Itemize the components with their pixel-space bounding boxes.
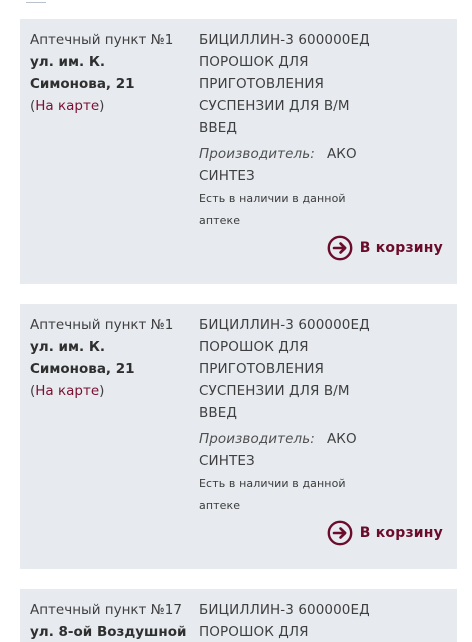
- pharmacy-listing-page: Аптечный пункт №1 ул. им. К. Симонова, 2…: [0, 0, 472, 642]
- add-to-cart-label: В корзину: [359, 240, 443, 256]
- manufacturer-label: Производитель:: [199, 431, 315, 447]
- pharmacy-info: Аптечный пункт №1 ул. им. К. Симонова, 2…: [30, 314, 190, 402]
- pharmacy-address: ул. им. К. Симонова, 21: [30, 339, 135, 377]
- pharmacy-info: Аптечный пункт №1 ул. им. К. Симонова, 2…: [30, 29, 190, 117]
- manufacturer-row: Производитель: АКО СИНТЕЗ: [199, 428, 379, 472]
- arrow-right-circle-icon: [327, 520, 353, 546]
- map-link[interactable]: На карте: [35, 98, 99, 114]
- product-info: БИЦИЛЛИН-3 600000ЕД ПОРОШОК ДЛЯ: [199, 599, 379, 642]
- map-link[interactable]: На карте: [35, 383, 99, 399]
- stock-status: Есть в наличии в данной аптеке: [199, 192, 346, 227]
- pharmacy-offer-card: Аптечный пункт №17 ул. 8-ой Воздушной БИ…: [20, 589, 457, 642]
- pharmacy-address: ул. 8-ой Воздушной: [30, 624, 187, 640]
- pharmacy-point-name: Аптечный пункт №17: [30, 602, 182, 618]
- previous-card-edge: [0, 0, 472, 6]
- stock-status: Есть в наличии в данной аптеке: [199, 477, 346, 512]
- add-to-cart-button[interactable]: В корзину: [327, 520, 443, 546]
- product-name: БИЦИЛЛИН-3 600000ЕД ПОРОШОК ДЛЯ ПРИГОТОВ…: [199, 317, 370, 421]
- product-info: БИЦИЛЛИН-3 600000ЕД ПОРОШОК ДЛЯ ПРИГОТОВ…: [199, 314, 379, 517]
- pharmacy-info: Аптечный пункт №17 ул. 8-ой Воздушной: [30, 599, 190, 642]
- map-link-wrapper: (На карте): [30, 383, 105, 399]
- pharmacy-offer-card: Аптечный пункт №1 ул. им. К. Симонова, 2…: [20, 19, 457, 284]
- pharmacy-point-name: Аптечный пункт №1: [30, 317, 174, 333]
- pharmacy-address: ул. им. К. Симонова, 21: [30, 54, 135, 92]
- manufacturer-label: Производитель:: [199, 146, 315, 162]
- add-to-cart-button[interactable]: В корзину: [327, 235, 443, 261]
- product-name: БИЦИЛЛИН-3 600000ЕД ПОРОШОК ДЛЯ ПРИГОТОВ…: [199, 32, 370, 136]
- map-link-wrapper: (На карте): [30, 98, 105, 114]
- manufacturer-row: Производитель: АКО СИНТЕЗ: [199, 143, 379, 187]
- arrow-right-circle-icon: [327, 235, 353, 261]
- pharmacy-point-name: Аптечный пункт №1: [30, 32, 174, 48]
- product-name: БИЦИЛЛИН-3 600000ЕД ПОРОШОК ДЛЯ: [199, 602, 370, 640]
- add-to-cart-label: В корзину: [359, 525, 443, 541]
- product-info: БИЦИЛЛИН-3 600000ЕД ПОРОШОК ДЛЯ ПРИГОТОВ…: [199, 29, 379, 232]
- pharmacy-offer-card: Аптечный пункт №1 ул. им. К. Симонова, 2…: [20, 304, 457, 569]
